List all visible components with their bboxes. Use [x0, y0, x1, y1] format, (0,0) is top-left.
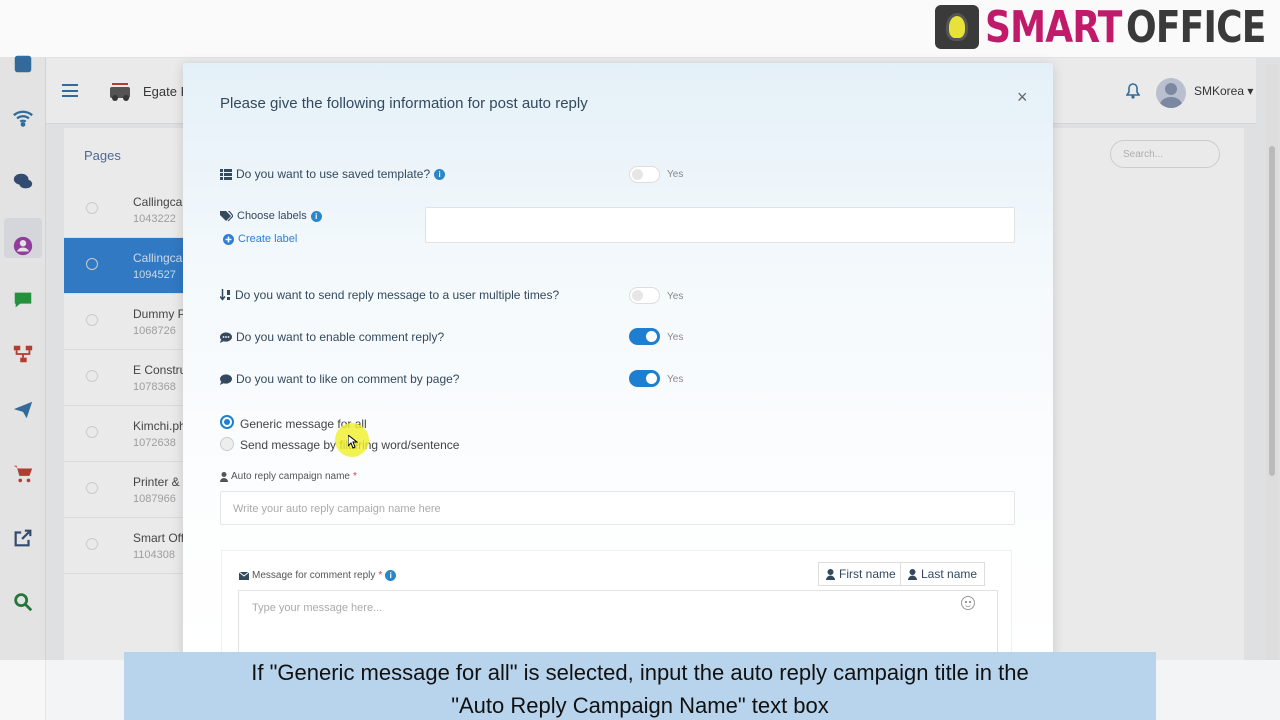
like-comment-question: Do you want to like on comment by page?	[220, 372, 459, 386]
list-icon	[220, 168, 232, 180]
saved-template-toggle[interactable]	[629, 166, 660, 183]
video-caption: If "Generic message for all" is selected…	[124, 652, 1156, 720]
like-comment-toggle-text: Yes	[667, 374, 684, 385]
saved-template-label: Do you want to use saved template?	[236, 167, 431, 181]
message-label: Message for comment reply * i	[239, 570, 397, 581]
first-name-label: First name	[839, 567, 896, 581]
comment-icon	[220, 373, 232, 385]
envelope-icon	[239, 571, 249, 580]
info-icon[interactable]: i	[385, 570, 397, 581]
tags-icon	[220, 210, 233, 221]
plus-circle-icon	[223, 233, 234, 245]
saved-template-toggle-text: Yes	[667, 169, 684, 180]
multiple-times-toggle[interactable]	[629, 287, 660, 304]
comment-reply-toggle[interactable]	[629, 328, 660, 345]
video-top-bar: SMART OFFICE	[0, 0, 1280, 58]
close-icon[interactable]: ×	[1017, 87, 1028, 108]
smart-office-logo: SMART OFFICE	[935, 1, 1276, 53]
comment-reply-label: Do you want to enable comment reply?	[236, 330, 445, 344]
campaign-name-label-text: Auto reply campaign name	[231, 471, 350, 482]
brand-office-text: OFFICE	[1126, 1, 1266, 53]
generic-message-radio[interactable]	[220, 415, 234, 429]
choose-labels-question: Choose labels i	[220, 210, 322, 222]
required-asterisk: *	[352, 471, 357, 482]
user-icon	[908, 568, 917, 580]
comment-dots-icon	[220, 331, 232, 343]
caption-line-2: "Auto Reply Campaign Name" text box	[451, 693, 829, 718]
brand-smart-text: SMART	[985, 1, 1122, 53]
user-icon	[220, 471, 228, 482]
required-asterisk: *	[378, 570, 383, 581]
sort-icon	[220, 289, 230, 301]
message-textarea[interactable]: Type your message here...	[238, 590, 998, 661]
create-label-text: Create label	[238, 233, 298, 245]
like-comment-label: Do you want to like on comment by page?	[236, 372, 460, 386]
first-name-button[interactable]: First name	[818, 562, 904, 586]
modal-title: Please give the following information fo…	[220, 95, 588, 112]
filter-message-radio[interactable]	[220, 437, 234, 451]
last-name-button[interactable]: Last name	[900, 562, 986, 586]
message-label-text: Message for comment reply	[252, 570, 376, 581]
labels-select-input[interactable]	[425, 207, 1015, 243]
multiple-times-question: Do you want to send reply message to a u…	[220, 288, 559, 302]
info-icon[interactable]: i	[310, 210, 322, 222]
last-name-label: Last name	[921, 567, 978, 581]
create-label-link[interactable]: Create label	[223, 233, 297, 245]
info-icon[interactable]: i	[434, 168, 446, 180]
user-icon	[826, 568, 835, 580]
mouse-cursor-icon	[348, 435, 358, 449]
campaign-name-label: Auto reply campaign name *	[220, 471, 357, 482]
message-card: Message for comment reply * i First name…	[221, 550, 1012, 661]
comment-reply-question: Do you want to enable comment reply?	[220, 330, 444, 344]
emoji-icon[interactable]	[961, 596, 975, 610]
comment-reply-toggle-text: Yes	[667, 332, 684, 343]
like-comment-toggle[interactable]	[629, 370, 660, 387]
campaign-name-input[interactable]: Write your auto reply campaign name here	[220, 491, 1015, 525]
saved-template-question: Do you want to use saved template? i	[220, 167, 446, 181]
multiple-times-toggle-text: Yes	[667, 291, 684, 302]
lightbulb-icon	[935, 5, 979, 49]
auto-reply-modal: Please give the following information fo…	[183, 63, 1053, 661]
multiple-times-label: Do you want to send reply message to a u…	[235, 288, 560, 302]
choose-labels-label: Choose labels	[237, 210, 307, 222]
caption-line-1: If "Generic message for all" is selected…	[251, 660, 1029, 685]
